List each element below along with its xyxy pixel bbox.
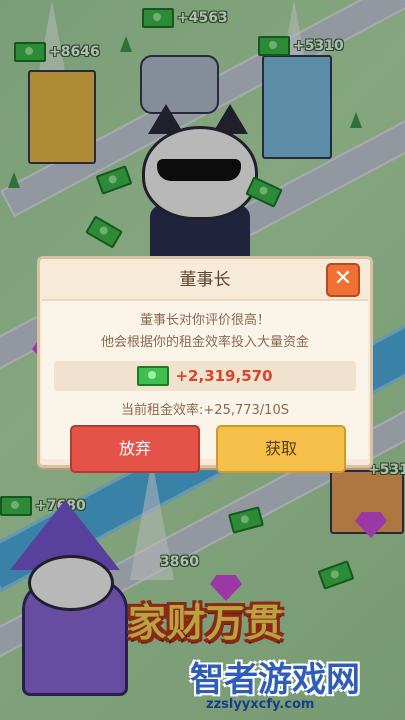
- reward-amount: +2,319,570: [175, 367, 273, 385]
- reward-strip: +2,319,570: [54, 361, 356, 391]
- dialog-title: 董事长: [179, 270, 231, 290]
- chairman-dialog: 董事长 ✕ 董事长对你评价很高！ 他会根据你的租金效率投入大量资金 +2,319…: [37, 256, 373, 473]
- accept-button[interactable]: 获取: [216, 425, 346, 473]
- message-line-2: 他会根据你的租金效率投入大量资金: [100, 335, 309, 350]
- close-button[interactable]: ✕: [326, 263, 360, 297]
- cash-icon: [137, 366, 170, 386]
- message-line-1: 董事长对你评价很高！: [139, 313, 270, 328]
- rent-efficiency: 当前租金效率:+25,773/10S: [121, 403, 289, 418]
- dialog-body: 董事长对你评价很高！ 他会根据你的租金效率投入大量资金 +2,319,570 当…: [42, 299, 368, 473]
- watermark-url: zzslyyxcfy.com: [206, 697, 315, 712]
- abandon-button[interactable]: 放弃: [70, 425, 200, 473]
- watermark-logo: 智者游戏网: [190, 660, 360, 700]
